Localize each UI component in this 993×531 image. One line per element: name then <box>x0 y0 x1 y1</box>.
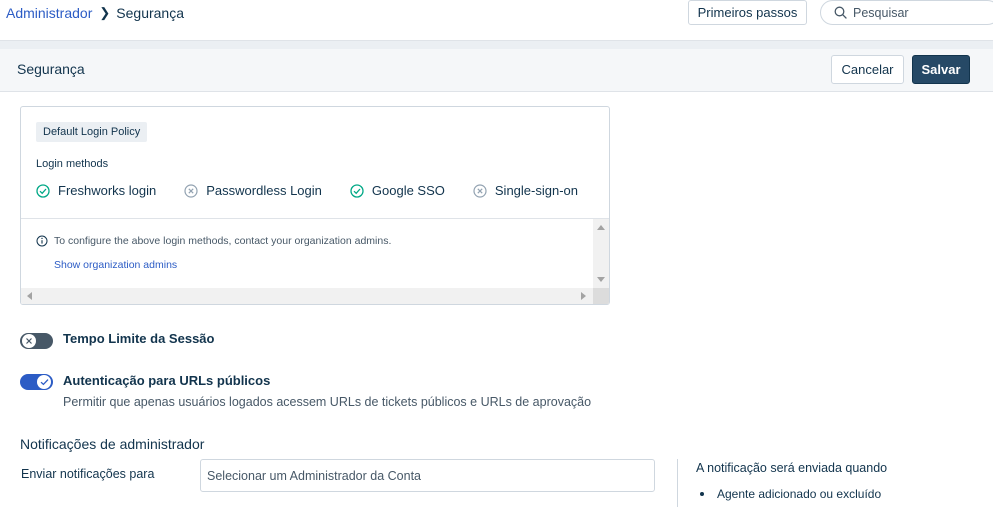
breadcrumb-admin-link[interactable]: Administrador <box>6 5 92 21</box>
admin-notifications-title: Notificações de administrador <box>20 436 205 452</box>
notification-trigger-text: Agente adicionado ou excluído <box>717 487 882 501</box>
policy-info-text: To configure the above login methods, co… <box>36 235 391 247</box>
login-method-label: Freshworks login <box>58 183 157 198</box>
public-url-auth-toggle[interactable] <box>20 374 53 390</box>
login-policy-card: Default Login Policy Login methods Fresh… <box>20 106 610 305</box>
admin-select-placeholder: Selecionar um Administrador da Conta <box>207 468 422 483</box>
login-method-label: Single-sign-on <box>494 183 578 198</box>
login-method-sso: Single-sign-on <box>473 183 578 198</box>
top-bar: Administrador ❯ Segurança Primeiros pass… <box>0 0 993 41</box>
breadcrumb-current: Segurança <box>116 5 184 21</box>
breadcrumb: Administrador ❯ Segurança <box>6 5 184 21</box>
close-icon <box>26 338 32 344</box>
first-steps-button[interactable]: Primeiros passos <box>688 0 807 25</box>
bullet-icon <box>700 492 704 496</box>
info-text: To configure the above login methods, co… <box>54 235 392 247</box>
login-methods-list: Freshworks login Passwordless Login Goog… <box>36 183 606 198</box>
check-circle-icon <box>350 183 364 198</box>
toggle-knob <box>37 375 51 389</box>
login-method-label: Passwordless Login <box>206 183 322 198</box>
login-method-passwordless: Passwordless Login <box>184 183 322 198</box>
search-icon <box>834 6 847 19</box>
save-button[interactable]: Salvar <box>912 55 970 84</box>
login-method-freshworks: Freshworks login <box>36 183 156 198</box>
scroll-down-arrow-icon[interactable] <box>597 277 605 282</box>
scroll-right-arrow-icon[interactable] <box>581 292 586 300</box>
send-notifications-label: Enviar notificações para <box>21 467 155 481</box>
search-input[interactable] <box>853 5 983 20</box>
show-admins-link[interactable]: Show organization admins <box>54 259 177 271</box>
scrollbar-corner <box>593 288 609 304</box>
chevron-right-icon: ❯ <box>99 5 111 20</box>
x-circle-icon <box>184 183 198 198</box>
scroll-left-arrow-icon[interactable] <box>27 292 32 300</box>
login-method-label: Google SSO <box>371 183 445 198</box>
login-method-google-sso: Google SSO <box>350 183 445 198</box>
toggle-knob <box>22 334 36 348</box>
page-title: Segurança <box>17 61 85 77</box>
session-timeout-toggle[interactable] <box>20 333 53 349</box>
info-icon <box>36 235 48 247</box>
notification-trigger-title: A notificação será enviada quando <box>696 461 888 475</box>
notification-trigger-item: Agente adicionado ou excluído <box>700 487 881 501</box>
check-circle-icon <box>36 183 50 198</box>
session-timeout-label: Tempo Limite da Sessão <box>63 331 215 346</box>
horizontal-scrollbar[interactable] <box>21 288 593 304</box>
admin-select-dropdown[interactable]: Selecionar um Administrador da Conta <box>200 459 655 492</box>
vertical-divider <box>677 459 678 507</box>
public-url-auth-label: Autenticação para URLs públicos <box>63 373 271 388</box>
scroll-up-arrow-icon[interactable] <box>597 225 605 230</box>
cancel-button[interactable]: Cancelar <box>831 55 904 84</box>
header-divider <box>0 41 993 49</box>
search-box[interactable] <box>820 0 993 25</box>
check-icon <box>40 379 48 386</box>
x-circle-icon <box>473 183 487 198</box>
policy-info-panel: To configure the above login methods, co… <box>21 218 609 304</box>
public-url-auth-description: Permitir que apenas usuários logados ace… <box>63 395 592 409</box>
page-header: Segurança Cancelar Salvar <box>0 49 993 92</box>
policy-tag: Default Login Policy <box>36 122 148 142</box>
login-methods-label: Login methods <box>36 158 109 170</box>
